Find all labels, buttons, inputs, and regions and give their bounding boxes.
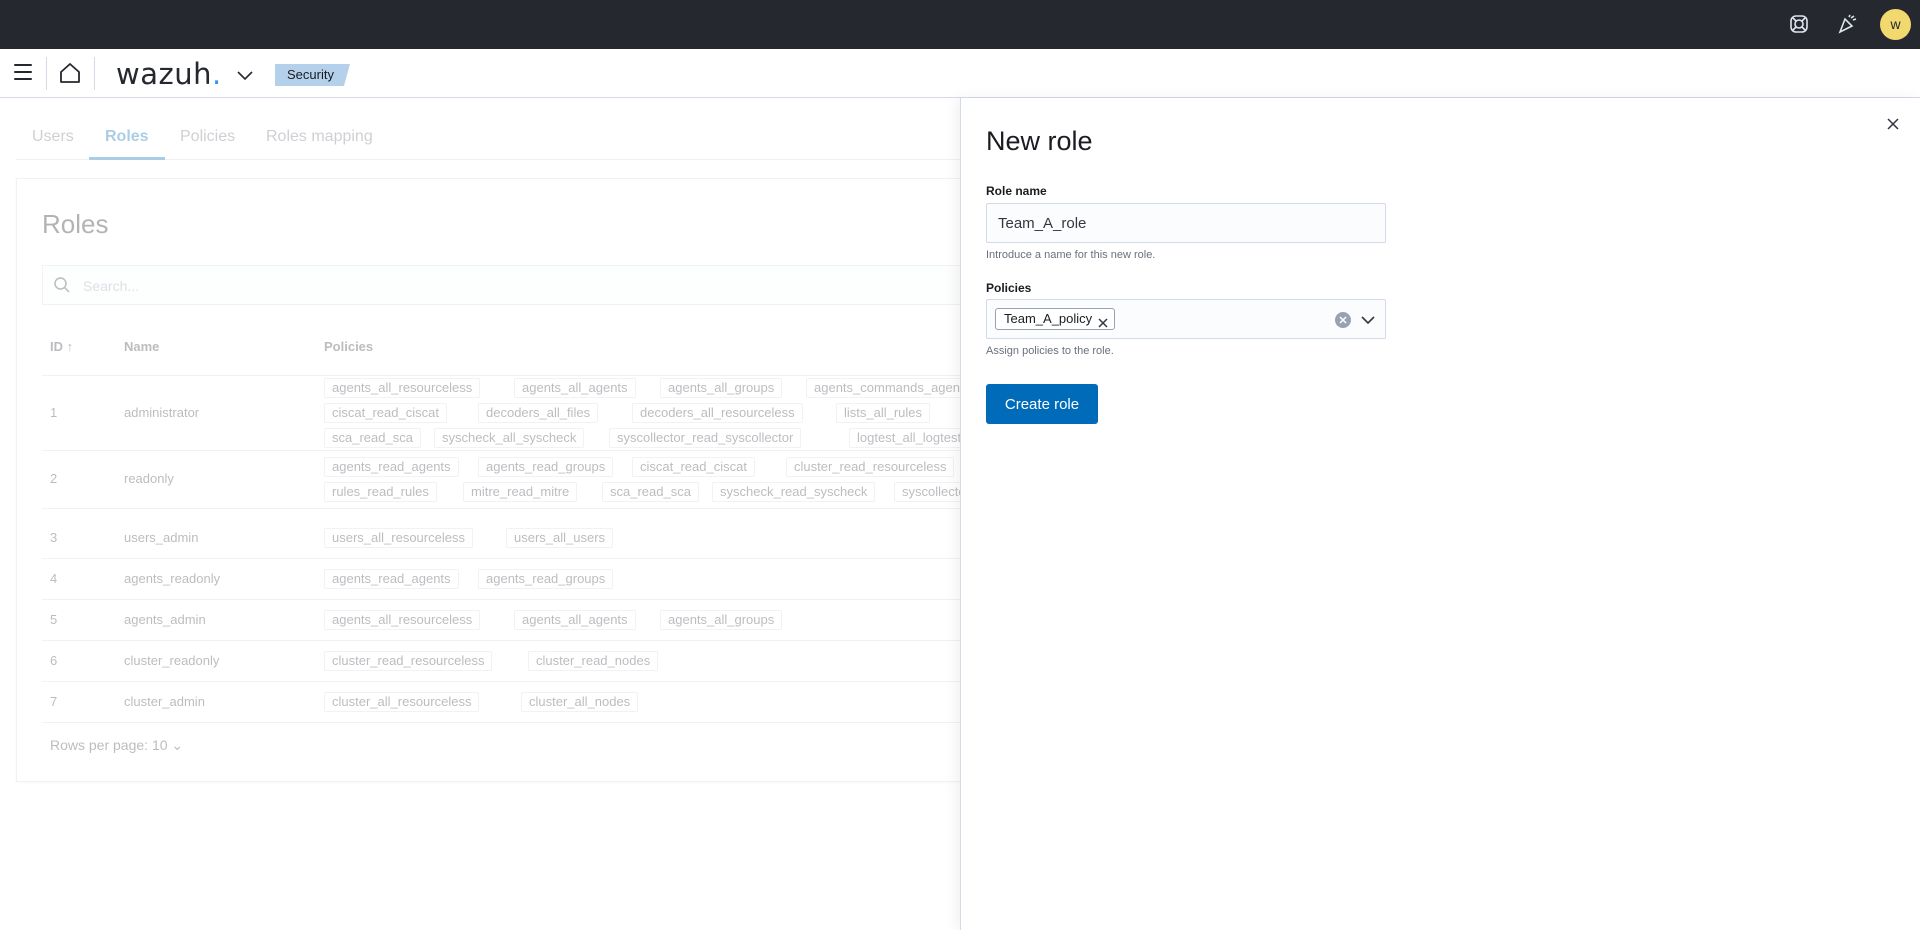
new-role-flyout: New role Role name Introduce a name for …	[960, 98, 1920, 930]
tab-roles[interactable]: Roles	[105, 128, 149, 146]
role-id: 1	[50, 405, 58, 420]
breadcrumb[interactable]: Security	[275, 64, 350, 86]
policy-badge: agents_all_groups	[660, 378, 783, 398]
policy-badge: decoders_all_files	[478, 403, 599, 423]
clear-icon[interactable]	[1335, 312, 1351, 328]
divider	[94, 57, 95, 90]
role-name[interactable]: administrator	[124, 405, 199, 420]
role-id: 5	[50, 611, 58, 627]
role-name[interactable]: agents_admin	[124, 612, 206, 627]
policy-badge: agents_read_groups	[478, 456, 614, 477]
policy-badge: agents_all_agents	[514, 609, 636, 630]
policy-badge: syscheck_read_syscheck	[712, 481, 876, 502]
policies-help: Assign policies to the role.	[986, 345, 1114, 357]
policy-badge: sca_read_sca	[602, 481, 699, 502]
policy-badge: users_all_users	[506, 527, 614, 548]
active-tab-indicator	[89, 157, 165, 160]
role-name[interactable]: cluster_admin	[124, 694, 205, 709]
policy-badge: cluster_all_nodes	[521, 691, 639, 712]
search-bar[interactable]: Search...	[42, 265, 961, 305]
create-role-button[interactable]: Create role	[986, 384, 1098, 424]
chevron-down-icon: ⌄	[171, 737, 184, 753]
policy-badge: agents_read_groups	[478, 568, 614, 589]
policy-badge: decoders_all_resourceless	[632, 403, 803, 423]
top-bar: w	[0, 0, 1920, 49]
tab-policies[interactable]: Policies	[180, 128, 235, 146]
role-id: 4	[50, 570, 58, 586]
role-name-label: Role name	[986, 184, 1047, 198]
policy-badge: agents_all_agents	[514, 378, 636, 398]
roles-panel: Roles Search... ID ↑ Name Policies 1 admi…	[16, 178, 1019, 782]
policy-badge: agents_all_resourceless	[324, 378, 481, 398]
policy-badge: rules_read_rules	[324, 481, 437, 502]
policy-badge: cluster_read_resourceless	[324, 650, 493, 671]
roles-page-background: Users Roles Policies Roles mapping Roles…	[0, 98, 1019, 930]
close-icon[interactable]	[1885, 116, 1901, 132]
role-name-help: Introduce a name for this new role.	[986, 249, 1156, 261]
policy-badge: cluster_read_resourceless	[786, 456, 955, 477]
chevron-down-icon[interactable]	[1359, 311, 1377, 329]
column-header-id[interactable]: ID ↑	[50, 339, 73, 354]
policy-badge: agents_read_agents	[324, 568, 459, 589]
wazuh-logo[interactable]: wazuh.	[116, 57, 222, 91]
selected-policy-pill: Team_A_policy	[995, 308, 1116, 330]
policies-label: Policies	[986, 281, 1032, 295]
policy-badge: ciscat_read_ciscat	[632, 456, 755, 477]
policy-badge: lists_all_rules	[836, 403, 931, 423]
app-header: wazuh. Security	[0, 49, 1920, 98]
avatar[interactable]: w	[1880, 9, 1911, 40]
chevron-down-icon[interactable]	[235, 65, 255, 85]
search-icon	[53, 276, 71, 294]
role-id: 6	[50, 652, 58, 668]
policy-badge: cluster_read_nodes	[528, 650, 659, 671]
role-name[interactable]: users_admin	[124, 530, 198, 545]
row-divider	[42, 450, 961, 451]
policy-badge: agents_all_groups	[660, 609, 783, 630]
policy-badge: mitre_read_mitre	[463, 481, 578, 502]
role-name[interactable]: agents_readonly	[124, 571, 220, 586]
remove-policy-icon[interactable]	[1098, 314, 1108, 328]
role-id: 2	[50, 471, 58, 486]
row-divider	[42, 599, 961, 600]
flyout-title: New role	[986, 126, 1093, 156]
policy-badge: ciscat_read_ciscat	[324, 403, 447, 423]
tab-users[interactable]: Users	[32, 128, 74, 146]
role-name[interactable]: readonly	[124, 471, 174, 486]
policy-badge: sca_read_sca	[324, 428, 421, 448]
policy-badge: syscollector_read_syscollector	[609, 428, 802, 448]
role-id: 3	[50, 529, 58, 545]
policy-badge: logtest_all_logtest	[849, 428, 970, 448]
row-divider	[42, 508, 961, 509]
search-input[interactable]: Search...	[83, 278, 139, 294]
policy-badge: agents_read_agents	[324, 456, 459, 477]
policy-badge: agents_commands_agents	[806, 378, 979, 398]
home-icon[interactable]	[58, 61, 82, 85]
security-tabs: Users Roles Policies Roles mapping	[16, 98, 960, 160]
row-divider	[42, 558, 961, 559]
divider	[46, 57, 47, 90]
role-id: 7	[50, 693, 58, 709]
column-header-name[interactable]: Name	[124, 339, 159, 354]
role-name-field[interactable]	[986, 203, 1386, 243]
sort-up-icon: ↑	[66, 339, 74, 354]
policies-combobox[interactable]: Team_A_policy	[986, 299, 1386, 339]
row-divider	[42, 722, 961, 723]
selected-policy-label: Team_A_policy	[1004, 311, 1093, 326]
party-icon[interactable]	[1836, 13, 1858, 35]
policy-badge: agents_all_resourceless	[324, 609, 481, 630]
menu-icon[interactable]	[14, 64, 32, 80]
row-divider	[42, 375, 961, 376]
row-divider	[42, 681, 961, 682]
role-name-input[interactable]	[987, 204, 1385, 242]
lifebuoy-icon[interactable]	[1788, 13, 1810, 35]
row-divider	[42, 640, 961, 641]
tab-roles-mapping[interactable]: Roles mapping	[266, 128, 373, 146]
policy-badge: syscheck_all_syscheck	[434, 428, 585, 448]
column-header-policies: Policies	[324, 339, 374, 354]
policy-badge: users_all_resourceless	[324, 527, 473, 548]
page-title: Roles	[42, 209, 109, 239]
policy-badge: cluster_all_resourceless	[324, 691, 480, 712]
rows-per-page-selector[interactable]: Rows per page: 10 ⌄	[50, 737, 183, 754]
role-name[interactable]: cluster_readonly	[124, 653, 219, 668]
